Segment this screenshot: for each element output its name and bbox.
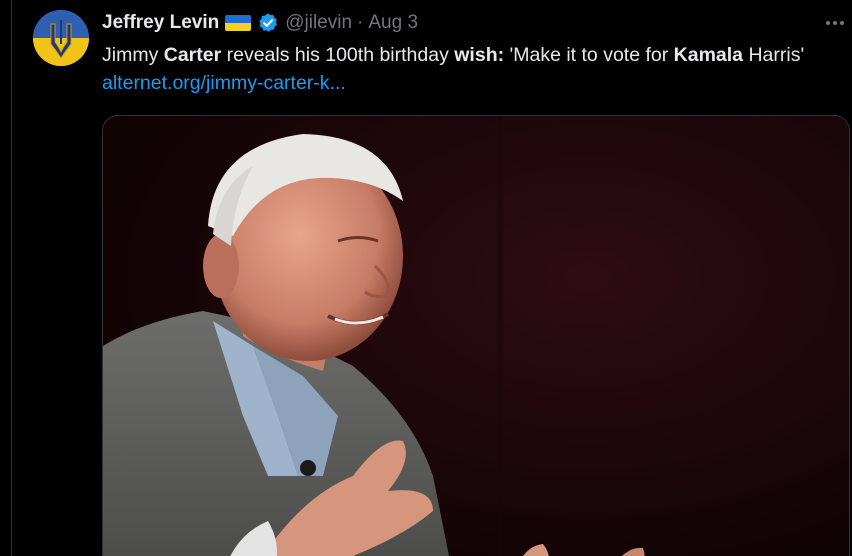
tweet-text-part: Harris' [743,44,805,66]
tweet-media-photo[interactable] [102,115,850,556]
tweet-text-part: reveals his 100th birthday [221,44,455,66]
ukraine-flag-icon [225,15,252,31]
more-options-icon[interactable] [822,12,848,34]
tweet-text-part: 'Make it to vote for [504,44,674,66]
tweet-text-bold: Carter [163,44,222,66]
avatar[interactable] [33,10,89,66]
separator-dot: · [357,12,364,33]
tweet-text-bold: Kamala [673,44,744,66]
tweet-header: Jeffrey Levin @jilevin · Aug 3 [102,10,418,36]
article-link[interactable]: alternet.org/jimmy-carter-k... [102,72,346,94]
photo-jimmy-carter-smiling-icon [103,116,849,556]
author-name[interactable]: Jeffrey Levin [102,12,219,34]
tweet-container[interactable]: Jeffrey Levin @jilevin · Aug 3 Jimmy Car… [0,0,852,556]
tweet-text-bold: wish: [454,44,505,66]
author-handle[interactable]: @jilevin [285,12,352,34]
timeline-divider [11,0,12,556]
tweet-date[interactable]: Aug 3 [368,12,418,34]
tweet-text: Jimmy Carter reveals his 100th birthday … [102,41,842,97]
verified-badge-icon [259,13,278,32]
tweet-text-part: Jimmy [102,44,164,66]
ukraine-trident-avatar-icon [33,10,89,66]
